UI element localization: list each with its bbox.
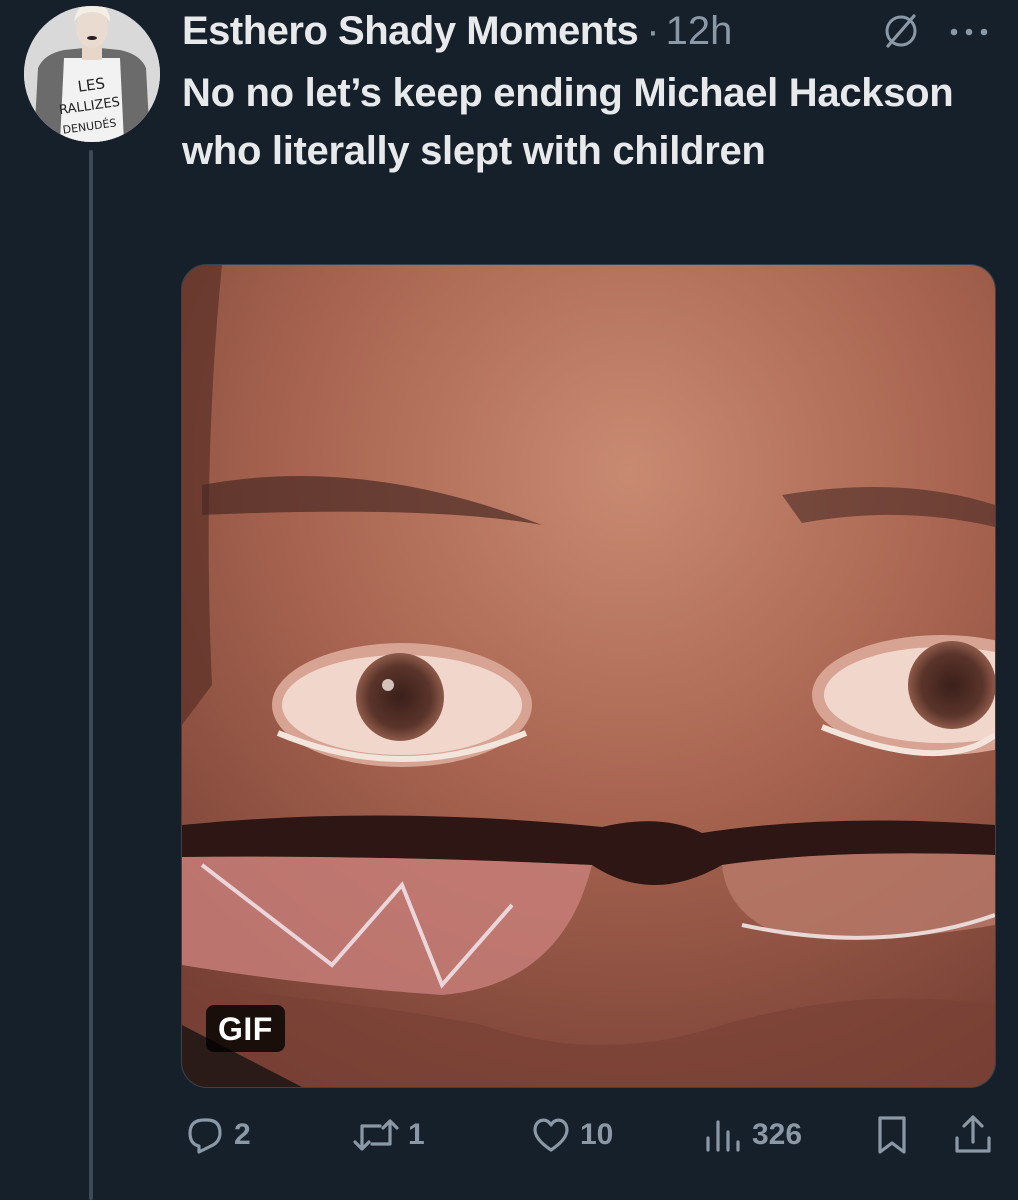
share-button[interactable] bbox=[950, 1112, 996, 1158]
reply-count: 2 bbox=[234, 1118, 251, 1151]
thread-line bbox=[89, 150, 93, 1200]
gif-frame bbox=[182, 265, 995, 1087]
tweet-header: Esthero Shady Moments · 12h bbox=[182, 6, 732, 56]
retweet-button[interactable]: 1 bbox=[350, 1112, 425, 1158]
like-count: 10 bbox=[580, 1118, 614, 1151]
share-icon bbox=[955, 1115, 991, 1153]
gif-badge: GIF bbox=[206, 1005, 285, 1052]
view-count: 326 bbox=[752, 1118, 803, 1151]
bookmark-button[interactable] bbox=[870, 1112, 914, 1158]
display-name[interactable]: Esthero Shady Moments bbox=[182, 9, 639, 54]
grok-icon[interactable] bbox=[880, 10, 922, 52]
avatar[interactable]: LES RALLIZES DENUDÉS bbox=[24, 6, 160, 142]
tweet-text: No no let’s keep ending Michael Hackson … bbox=[182, 71, 954, 173]
views-button[interactable]: 326 bbox=[700, 1112, 802, 1158]
bookmark-icon bbox=[878, 1116, 906, 1154]
avatar-shirt-line-1: LES bbox=[77, 74, 107, 96]
timestamp[interactable]: 12h bbox=[666, 9, 733, 54]
tweet[interactable]: LES RALLIZES DENUDÉS Esthero Shady Momen… bbox=[0, 0, 1018, 1200]
reply-button[interactable]: 2 bbox=[182, 1112, 251, 1158]
like-button[interactable]: 10 bbox=[528, 1112, 613, 1158]
avatar-image: LES RALLIZES DENUDÉS bbox=[24, 6, 160, 142]
separator-dot: · bbox=[646, 8, 660, 53]
views-icon bbox=[706, 1120, 740, 1152]
heart-icon bbox=[533, 1118, 569, 1152]
reply-icon bbox=[188, 1118, 222, 1154]
more-horizontal-icon[interactable] bbox=[944, 12, 994, 52]
retweet-icon bbox=[353, 1119, 399, 1151]
retweet-count: 1 bbox=[408, 1118, 425, 1151]
tweet-media-gif[interactable]: GIF bbox=[181, 264, 996, 1088]
